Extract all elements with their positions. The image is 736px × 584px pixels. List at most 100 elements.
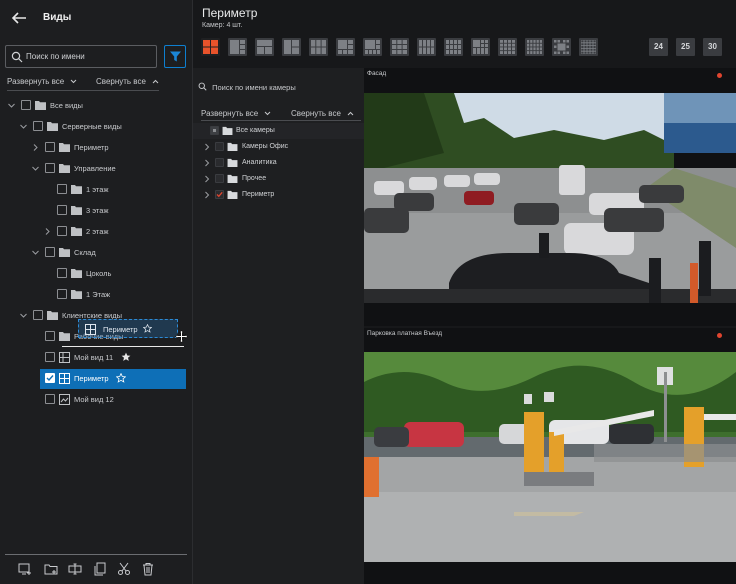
tree-item-floor-1[interactable]: 1 этаж [0,180,193,200]
layout-5x5[interactable] [579,38,598,56]
checkbox[interactable] [45,352,55,362]
folder-icon [71,185,82,194]
camera-search-field[interactable]: Поиск по имени камеры [198,82,296,94]
folder-icon [222,126,233,135]
drag-ghost-perimeter[interactable]: Периметр [78,319,178,338]
chevron-down-icon [71,80,77,84]
checkbox[interactable] [45,394,55,404]
layout-25[interactable]: 25 [676,38,695,56]
collapse-all-button[interactable]: Свернуть все [96,77,159,89]
expand-all-label: Развернуть все [7,77,65,86]
cut-icon[interactable] [117,562,131,576]
layout-1-plus-7[interactable] [363,38,382,56]
tree-item-floor-1b[interactable]: 1 Этаж [0,285,193,305]
camera-item-all[interactable]: Все камеры [193,123,364,139]
chevron-down-icon[interactable] [7,101,16,110]
add-folder-icon[interactable] [44,562,58,576]
tree-item-all-views[interactable]: Все виды [0,96,193,116]
tree-item-management[interactable]: Управление [0,159,193,179]
star-outline-icon[interactable] [116,373,126,383]
checkbox[interactable] [57,184,67,194]
layout-30[interactable]: 30 [703,38,722,56]
checkbox[interactable] [215,174,224,183]
partial-mark [213,129,216,132]
video-tile-parking-entry[interactable]: Парковка платная Въезд [364,326,736,584]
layout-1-plus-3[interactable] [228,38,247,56]
camera-item-analytics[interactable]: Аналитика [193,155,364,171]
chevron-right-icon[interactable] [203,159,211,167]
delete-icon[interactable] [141,562,155,576]
tree-label: Периметр [74,374,109,383]
camera-collapse-all-button[interactable]: Свернуть все [291,109,354,118]
checkbox-partial[interactable] [210,126,219,135]
chevron-up-icon [152,80,159,84]
chevron-right-icon[interactable] [203,143,211,151]
layout-3x3[interactable] [390,38,409,56]
layout-3-plus-1[interactable] [255,38,274,56]
layout-3x4[interactable] [444,38,463,56]
checkbox[interactable] [45,247,55,257]
view-editor: Периметр Камер: 4 шт. 24 25 30 Поиск по … [193,0,736,584]
tree-item-my-view-12[interactable]: Мой вид 12 [0,390,193,410]
tree-item-floor-2[interactable]: 2 этаж [0,222,193,242]
expand-all-button[interactable]: Развернуть все [7,77,77,89]
views-panel-header: Виды [0,0,193,38]
checkbox[interactable] [33,121,43,131]
checkbox-checked[interactable] [215,190,224,199]
checkbox[interactable] [33,310,43,320]
checkbox[interactable] [57,289,67,299]
layout-2x3[interactable] [309,38,328,56]
camera-item-other[interactable]: Прочее [193,171,364,187]
checkbox[interactable] [215,142,224,151]
tree-item-my-view-11[interactable]: Мой вид 11 [0,348,193,368]
copy-icon[interactable] [93,562,107,576]
chevron-right-icon[interactable] [203,175,211,183]
checkbox[interactable] [45,163,55,173]
tree-item-basement[interactable]: Цоколь [0,264,193,284]
video-tile-facade[interactable]: Фасад [364,68,736,326]
chevron-right-icon[interactable] [31,143,40,152]
checkbox[interactable] [57,226,67,236]
layout-1-plus-2[interactable] [282,38,301,56]
tree-item-perimeter-folder[interactable]: Периметр [0,138,193,158]
tree-item-server-views[interactable]: Серверные виды [0,117,193,137]
camera-item-label: Аналитика [242,159,277,166]
layout-1-plus-12[interactable] [471,38,490,56]
tree-item-floor-3[interactable]: 3 этаж [0,201,193,221]
checkbox[interactable] [57,268,67,278]
rename-icon[interactable] [68,562,82,576]
tree-item-perimeter-view-selected[interactable]: Периметр [40,369,186,389]
tree-label: 2 этаж [86,227,109,236]
views-search-input[interactable] [26,49,151,64]
recording-indicator [717,73,722,78]
star-filled-icon[interactable] [121,352,131,362]
filter-button[interactable] [164,45,186,68]
checkbox[interactable] [45,142,55,152]
checkbox[interactable] [57,205,67,215]
back-arrow-icon[interactable] [10,9,28,27]
chevron-right-icon[interactable] [43,227,52,236]
checkbox-checked[interactable] [45,373,55,383]
checkbox[interactable] [215,158,224,167]
chevron-down-icon[interactable] [19,311,28,320]
chevron-down-icon[interactable] [31,248,40,257]
layout-4x5[interactable] [525,38,544,56]
camera-expand-all-button[interactable]: Развернуть все [201,109,271,118]
tree-item-warehouse[interactable]: Склад [0,243,193,263]
checkbox[interactable] [21,100,31,110]
chevron-right-icon[interactable] [203,191,211,199]
layout-2x4[interactable] [417,38,436,56]
search-icon [11,51,23,63]
add-view-icon[interactable] [18,562,32,576]
layout-2x2-active[interactable] [201,38,220,56]
chevron-down-icon[interactable] [19,122,28,131]
layout-1-plus-5[interactable] [336,38,355,56]
views-search-field[interactable] [5,45,157,68]
layout-1-plus-frame[interactable] [552,38,571,56]
chevron-down-icon[interactable] [31,164,40,173]
camera-item-office[interactable]: Камеры Офис [193,139,364,155]
layout-4x4[interactable] [498,38,517,56]
camera-item-perimeter[interactable]: Периметр [193,187,364,203]
checkbox[interactable] [45,331,55,341]
layout-24[interactable]: 24 [649,38,668,56]
